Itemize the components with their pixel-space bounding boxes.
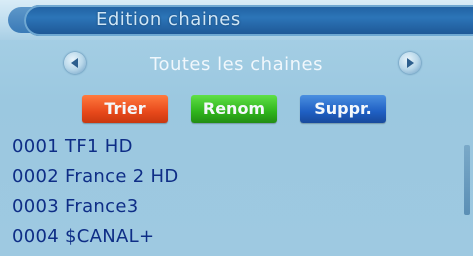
channel-edit-screen: Edition chaines Toutes les chaines Trier… <box>0 0 473 256</box>
title-bar: Edition chaines <box>0 0 473 40</box>
list-scrollbar[interactable] <box>464 145 470 215</box>
action-buttons: Trier Renom Suppr. <box>0 95 473 125</box>
channel-name: TF1 HD <box>65 136 133 157</box>
channel-number: 0002 <box>12 166 60 187</box>
channel-list: 0001 TF1 HD 0002 France 2 HD 0003 France… <box>0 132 460 256</box>
sort-button[interactable]: Trier <box>82 95 168 123</box>
title-banner <box>24 5 473 36</box>
delete-button[interactable]: Suppr. <box>300 95 386 123</box>
channel-name: France3 <box>65 196 139 217</box>
channel-number: 0004 <box>12 226 60 247</box>
channel-number: 0001 <box>12 136 60 157</box>
channel-list-selector: Toutes les chaines <box>0 48 473 78</box>
channel-row[interactable]: 0002 France 2 HD <box>0 162 460 192</box>
channel-row[interactable]: 0003 France3 <box>0 192 460 222</box>
channel-row[interactable]: 0004 $CANAL+ <box>0 222 460 252</box>
rename-button[interactable]: Renom <box>191 95 277 123</box>
right-arrow-icon[interactable] <box>399 52 421 74</box>
channel-row[interactable]: 0001 TF1 HD <box>0 132 460 162</box>
channel-number: 0003 <box>12 196 60 217</box>
channel-name: France 2 HD <box>65 166 179 187</box>
page-title: Edition chaines <box>96 9 241 30</box>
channel-name: $CANAL+ <box>65 226 155 247</box>
